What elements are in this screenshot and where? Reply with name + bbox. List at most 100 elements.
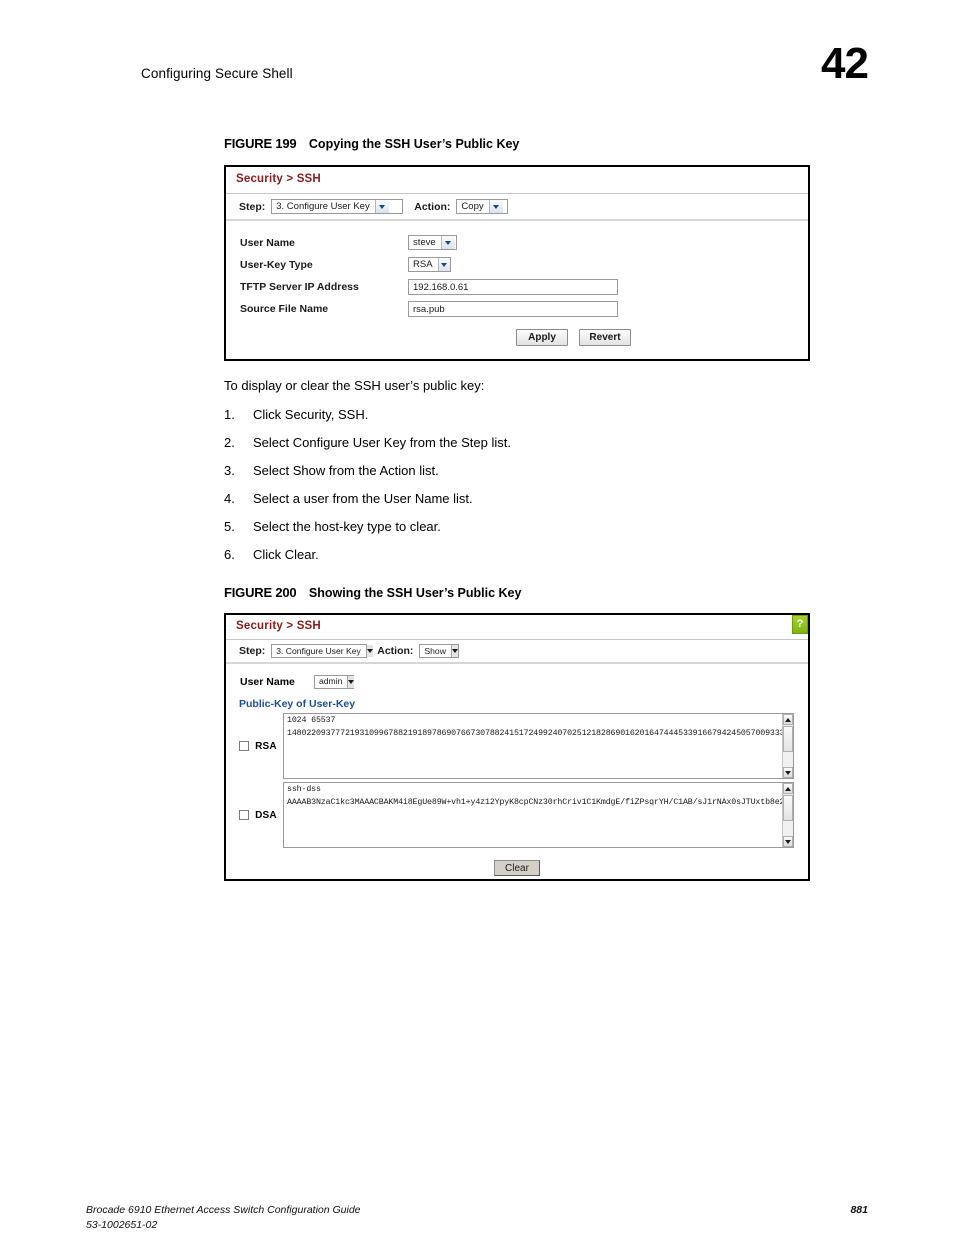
- chevron-down-icon: [437, 258, 450, 272]
- procedure-intro: To display or clear the SSH user’s publi…: [224, 378, 485, 393]
- step-number: 3.: [224, 463, 235, 478]
- help-icon[interactable]: ?: [792, 615, 808, 634]
- footer-guide-title: Brocade 6910 Ethernet Access Switch Conf…: [86, 1204, 361, 1216]
- step-text: Select the host-key type to clear.: [253, 519, 441, 534]
- form-rows: User Name steve User-Key Type RSA TFTP S…: [226, 221, 808, 346]
- form-row-source-file: Source File Name rsa.pub: [226, 298, 808, 320]
- user-name-select-value: admin: [319, 676, 343, 687]
- chevron-down-icon: [450, 645, 459, 657]
- footer-text: Brocade 6910 Ethernet Access Switch Conf…: [86, 1203, 361, 1233]
- chevron-down-icon: [374, 200, 389, 213]
- tftp-server-ip-label: TFTP Server IP Address: [240, 281, 359, 293]
- source-file-name-input[interactable]: rsa.pub: [408, 301, 618, 317]
- rsa-key-block: RSA 1024 65537 1480220937772193109967882…: [226, 713, 808, 779]
- form-row-user-name: User Name admin: [226, 664, 808, 693]
- page-number: 881: [850, 1204, 868, 1216]
- figure-199-button-row: Apply Revert: [226, 320, 808, 346]
- revert-button[interactable]: Revert: [579, 329, 631, 346]
- scrollbar-thumb[interactable]: [783, 726, 793, 752]
- tftp-server-ip-value-cell: 192.168.0.61: [408, 279, 808, 295]
- rsa-key-text: 1024 65537 14802209377721931099678821918…: [287, 716, 793, 738]
- user-key-type-select-value: RSA: [413, 259, 433, 271]
- chevron-down-icon: [365, 645, 373, 657]
- user-name-value-cell: admin: [314, 673, 355, 691]
- step-action-bar: Step: 3. Configure User Key Action: Show: [226, 640, 808, 664]
- rsa-checkbox[interactable]: [239, 741, 249, 751]
- step-number: 2.: [224, 435, 235, 450]
- step-label: Step:: [239, 200, 266, 213]
- user-name-label: User Name: [240, 676, 295, 688]
- user-name-value-cell: steve: [408, 234, 808, 252]
- step-text: Select Configure User Key from the Step …: [253, 435, 511, 450]
- chapter-number: 42: [821, 39, 869, 88]
- step-text: Select a user from the User Name list.: [253, 491, 473, 506]
- panel-titlebar: Security > SSH: [226, 167, 808, 194]
- figure-199-label: FIGURE 199: [224, 136, 297, 151]
- tftp-server-ip-input[interactable]: 192.168.0.61: [408, 279, 618, 295]
- dsa-scrollbar[interactable]: [782, 783, 793, 847]
- action-select-value: Copy: [461, 201, 484, 212]
- list-item: 3. Select Show from the Action list.: [224, 462, 511, 490]
- figure-200-title: Showing the SSH User’s Public Key: [308, 586, 522, 600]
- dsa-key-text: ssh-dss AAAAB3NzaC1kc3MAAACBAKM4i8EgUe89…: [287, 785, 793, 807]
- action-label: Action:: [377, 645, 414, 657]
- apply-button[interactable]: Apply: [516, 329, 568, 346]
- figure-200-label: FIGURE 200: [224, 585, 297, 600]
- chevron-down-icon: [440, 236, 455, 250]
- step-number: 6.: [224, 547, 235, 562]
- user-key-type-select[interactable]: RSA: [408, 257, 451, 273]
- action-select-value: Show: [424, 645, 446, 656]
- breadcrumb: Security > SSH: [236, 620, 321, 632]
- action-select[interactable]: Show: [419, 644, 460, 658]
- form-row-user-key-type: User-Key Type RSA: [226, 254, 808, 276]
- running-head: Configuring Secure Shell: [141, 66, 293, 81]
- scroll-down-icon[interactable]: [783, 767, 793, 778]
- scroll-down-icon[interactable]: [783, 836, 793, 847]
- step-text: Click Security, SSH.: [253, 407, 369, 422]
- dsa-checkbox[interactable]: [239, 810, 249, 820]
- step-select-value: 3. Configure User Key: [276, 201, 370, 212]
- user-name-select-value: steve: [413, 237, 436, 249]
- step-text: Click Clear.: [253, 547, 319, 562]
- user-name-label: User Name: [240, 237, 295, 249]
- list-item: 5. Select the host-key type to clear.: [224, 518, 511, 546]
- chevron-down-icon: [347, 675, 355, 688]
- figure-199-screenshot: Security > SSH Step: 3. Configure User K…: [224, 165, 810, 361]
- rsa-label: RSA: [255, 740, 277, 752]
- list-item: 6. Click Clear.: [224, 546, 511, 574]
- figure-200-button-row: Clear: [226, 851, 808, 876]
- user-key-type-value-cell: RSA: [408, 256, 808, 274]
- procedure-steps: 1. Click Security, SSH. 2. Select Config…: [224, 406, 511, 574]
- user-name-select[interactable]: admin: [314, 674, 355, 689]
- step-number: 1.: [224, 407, 235, 422]
- dsa-key-textarea[interactable]: ssh-dss AAAAB3NzaC1kc3MAAACBAKM4i8EgUe89…: [283, 782, 794, 848]
- page-header: Configuring Secure Shell 42: [141, 42, 869, 104]
- public-key-section-label: Public-Key of User-Key: [239, 698, 356, 710]
- footer-doc-number: 53-1002651-02: [86, 1219, 158, 1231]
- step-select[interactable]: 3. Configure User Key: [271, 199, 404, 214]
- clear-button[interactable]: Clear: [494, 860, 540, 876]
- scroll-up-icon[interactable]: [783, 783, 793, 794]
- step-select-value: 3. Configure User Key: [276, 645, 361, 656]
- action-select[interactable]: Copy: [456, 199, 509, 214]
- rsa-scrollbar[interactable]: [782, 714, 793, 778]
- list-item: 4. Select a user from the User Name list…: [224, 490, 511, 518]
- rsa-key-textarea[interactable]: 1024 65537 14802209377721931099678821918…: [283, 713, 794, 779]
- breadcrumb: Security > SSH: [236, 173, 321, 185]
- panel-titlebar: Security > SSH ?: [226, 615, 808, 640]
- chevron-down-icon: [488, 200, 503, 213]
- step-select[interactable]: 3. Configure User Key: [271, 644, 373, 658]
- form-row-user-name: User Name steve: [226, 232, 808, 254]
- user-name-select[interactable]: steve: [408, 235, 457, 251]
- step-label: Step:: [239, 645, 266, 657]
- figure-200-screenshot: Security > SSH ? Step: 3. Configure User…: [224, 613, 810, 881]
- list-item: 1. Click Security, SSH.: [224, 406, 511, 434]
- list-item: 2. Select Configure User Key from the St…: [224, 434, 511, 462]
- step-text: Select Show from the Action list.: [253, 463, 439, 478]
- scrollbar-thumb[interactable]: [783, 795, 793, 821]
- action-label: Action:: [414, 200, 451, 213]
- scroll-up-icon[interactable]: [783, 714, 793, 725]
- form-row-tftp-ip: TFTP Server IP Address 192.168.0.61: [226, 276, 808, 298]
- source-file-name-value-cell: rsa.pub: [408, 301, 808, 317]
- dsa-key-block: DSA ssh-dss AAAAB3NzaC1kc3MAAACBAKM4i8Eg…: [226, 782, 808, 848]
